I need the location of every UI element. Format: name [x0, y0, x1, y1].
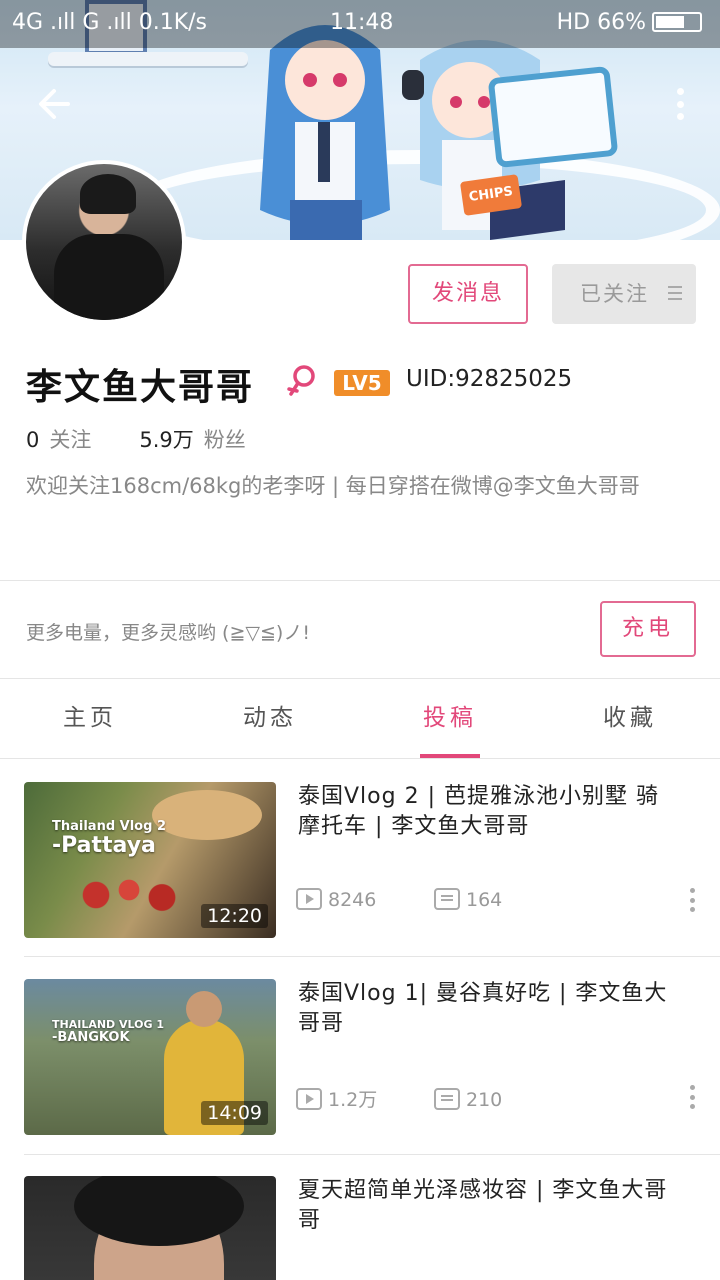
danmaku-count: 210 [466, 1089, 503, 1111]
thumbnail-title: THAILAND VLOG 1 -BANGKOK [52, 1018, 164, 1046]
video-title[interactable]: 夏天超简单光泽感妆容 | 李文鱼大哥哥 [298, 1176, 678, 1236]
video-thumbnail[interactable]: Thailand Vlog 2 -Pattaya 12:20 [24, 782, 276, 938]
danmaku-count: 164 [466, 889, 503, 911]
status-right: HD 66% [557, 10, 702, 35]
follow-stats: 0 关注 5.9万 粉丝 [26, 424, 246, 454]
avatar[interactable] [22, 160, 186, 324]
following-stat[interactable]: 0 关注 [26, 428, 91, 452]
banner-shelf [48, 52, 248, 66]
female-icon [287, 365, 315, 396]
video-list-item[interactable]: 夏天超简单光泽感妆容 | 李文鱼大哥哥 [0, 1152, 720, 1280]
video-list-item[interactable]: THAILAND VLOG 1 -BANGKOK 14:09 泰国Vlog 1|… [0, 955, 720, 1151]
status-bar: 4G .ıll G .ıll 0.1K/s 11:48 HD 66% [0, 0, 720, 48]
view-count: 8246 [328, 889, 377, 911]
video-thumbnail[interactable]: THAILAND VLOG 1 -BANGKOK 14:09 [24, 979, 276, 1135]
video-title[interactable]: 泰国Vlog 2 | 芭提雅泳池小别墅 骑摩托车 | 李文鱼大哥哥 [298, 782, 678, 842]
tab-dynamics[interactable]: 动态 [180, 678, 360, 758]
followed-label: 已关注 [580, 282, 649, 306]
menu-lines-icon [668, 286, 682, 300]
more-vertical-icon[interactable] [690, 888, 696, 912]
more-vertical-icon[interactable] [690, 1085, 696, 1109]
banner-monitor [487, 65, 619, 169]
video-meta: 1.2万 210 [296, 1085, 502, 1112]
play-count-icon [296, 888, 322, 910]
uid-text: UID:92825025 [406, 366, 573, 392]
fans-label: 粉丝 [203, 428, 246, 452]
view-count: 1.2万 [328, 1089, 378, 1111]
danmaku-icon [434, 888, 460, 910]
tab-uploads[interactable]: 投稿 [360, 678, 540, 758]
battery-icon [652, 12, 702, 32]
fans-stat[interactable]: 5.9万 粉丝 [139, 428, 245, 452]
play-count-icon [296, 1088, 322, 1110]
more-vertical-icon[interactable] [670, 84, 690, 124]
tab-favorites[interactable]: 收藏 [540, 678, 720, 758]
following-label: 关注 [49, 428, 92, 452]
video-duration: 14:09 [201, 1101, 268, 1125]
fans-count: 5.9万 [139, 428, 194, 452]
video-title[interactable]: 泰国Vlog 1| 曼谷真好吃 | 李文鱼大哥哥 [298, 979, 678, 1039]
video-duration: 12:20 [201, 904, 268, 928]
video-list-item[interactable]: Thailand Vlog 2 -Pattaya 12:20 泰国Vlog 2 … [0, 758, 720, 954]
status-battery-text: HD 66% [556, 10, 646, 35]
username: 李文鱼大哥哥 [26, 367, 255, 408]
video-meta: 8246 164 [296, 888, 502, 911]
level-badge: LV5 [334, 370, 390, 396]
charge-text: 更多电量，更多灵感哟 (≧▽≦)ノ! [26, 622, 310, 644]
bio-text: 欢迎关注168cm/68kg的老李呀 | 每日穿搭在微博@李文鱼大哥哥 [26, 474, 640, 498]
thumbnail-title: Thailand Vlog 2 -Pattaya [52, 819, 166, 859]
divider [0, 580, 720, 581]
followed-button[interactable]: 已关注 [552, 264, 696, 324]
status-time: 11:48 [330, 10, 394, 35]
send-message-button[interactable]: 发消息 [408, 264, 528, 324]
following-count: 0 [26, 428, 40, 452]
status-network: 4G .ıll G .ıll 0.1K/s [12, 10, 208, 35]
video-thumbnail[interactable] [24, 1176, 276, 1280]
back-arrow-icon[interactable] [34, 82, 78, 126]
tab-home[interactable]: 主页 [0, 678, 180, 758]
danmaku-icon [434, 1088, 460, 1110]
charge-button[interactable]: 充电 [600, 601, 696, 657]
profile-tabs: 主页 动态 投稿 收藏 [0, 678, 720, 758]
